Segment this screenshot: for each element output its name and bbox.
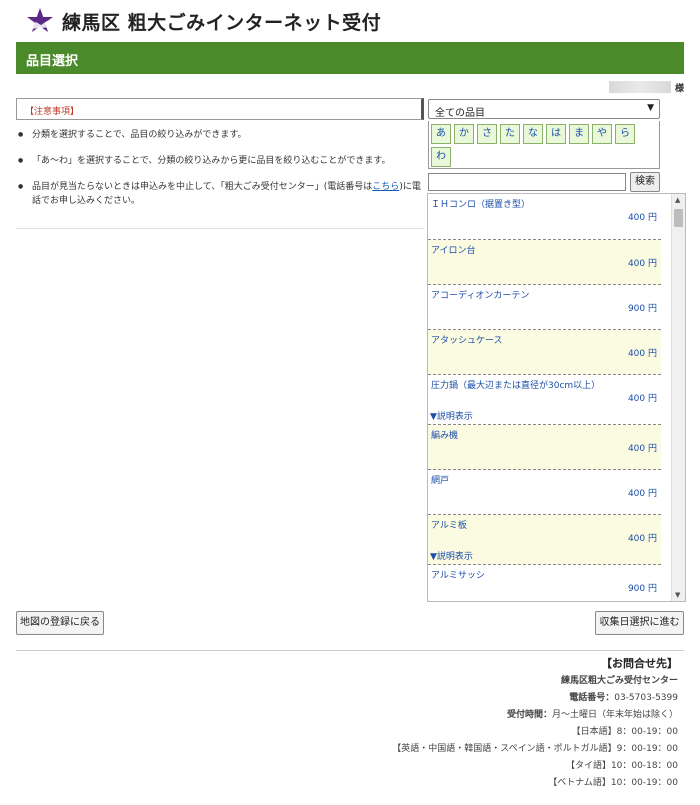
star-mountain-logo [27,8,53,32]
search-button[interactable]: 検索 [630,172,660,192]
footer-hours: 受付時間：月～土曜日（年末年始は除く） [507,707,678,720]
site-header: 練馬区 粗大ごみインターネット受付 [26,6,381,36]
item-price: 400 円 [627,444,657,454]
kana-button[interactable]: さ [477,124,497,144]
kana-button[interactable]: わ [431,147,451,167]
notice-item: 分類を選択することで、品目の絞り込みができます。 [16,128,424,142]
footer-language-hours: 【英語・中国語・韓国語・スペイン語・ポルトガル語】9：00-19：00 [392,744,678,754]
notice-list: 分類を選択することで、品目の絞り込みができます。 「あ～わ」を選択することで、分… [16,128,424,220]
footer-language-hours: 【タイ語】10：00-18：00 [565,761,678,771]
show-description-link[interactable]: ▼説明表示 [430,409,473,422]
kana-button[interactable]: か [454,124,474,144]
notice-item: 品目が見当たらないときは申込みを中止して、「粗大ごみ受付センター」(電話番号はこ… [16,180,424,208]
notice-text: 分類を選択することで、品目の絞り込みができます。 [32,130,247,140]
item-list[interactable]: ＩＨコンロ（据置き型） 400 円 アイロン台 400 円 アコーディオンカーテ… [427,193,686,602]
item-name: 編み機 [431,431,459,441]
phone-info-link[interactable]: こちら [372,182,399,192]
notice-item: 「あ～わ」を選択することで、分類の絞り込みから更に品目を絞り込むことができます。 [16,154,424,168]
item-name: アイロン台 [431,246,476,256]
scroll-down-arrow-icon[interactable]: ▼ [675,591,680,599]
kana-button[interactable]: な [523,124,543,144]
phone-number: 03-5703-5399 [614,693,678,703]
page-title: 品目選択 [26,54,79,69]
list-item[interactable]: 編み機 400 円 [428,425,661,470]
footer-center-name: 練馬区粗大ごみ受付センター [560,676,678,686]
footer-divider [16,650,684,651]
item-name: ＩＨコンロ（据置き型） [431,200,531,210]
item-price: 900 円 [627,304,657,314]
notice-header: 【注意事項】 [16,98,424,120]
hours-label: 受付時間： [506,710,552,720]
list-item[interactable]: アルミサッシ 900 円 [428,565,661,601]
scroll-thumb[interactable] [674,209,683,227]
item-name: アタッシュケース [431,336,503,346]
scroll-up-arrow-icon[interactable]: ▲ [675,196,680,204]
list-item[interactable]: 網戸 400 円 [428,470,661,515]
scrollbar[interactable]: ▲ ▼ [671,194,685,601]
item-price: 900 円 [627,584,657,594]
item-name: アルミ板 [431,521,467,531]
list-item[interactable]: アタッシュケース 400 円 [428,330,661,375]
notice-title: 【注意事項】 [25,107,80,117]
footer-language-hours: 【ベトナム語】10：00-19：00 [548,778,678,788]
list-item[interactable]: アイロン台 400 円 [428,240,661,285]
item-price: 400 円 [627,259,657,269]
next-button[interactable]: 収集日選択に進む [595,611,684,635]
footer-phone: 電話番号：03-5703-5399 [569,690,678,703]
kana-button[interactable]: ら [615,124,635,144]
item-name: アルミサッシ [431,571,485,581]
category-select-value: 全ての品目 [435,108,485,119]
back-button[interactable]: 地図の登録に戻る [16,611,104,635]
footer-language-hours: 【日本語】8：00-19：00 [571,727,678,737]
show-description-link[interactable]: ▼説明表示 [430,549,473,562]
kana-button[interactable]: た [500,124,520,144]
item-price: 400 円 [627,394,657,404]
kana-filter: あ か さ た な は ま や ら わ [428,121,660,169]
chevron-down-icon: ▼ [647,103,654,113]
category-select[interactable]: 全ての品目 ▼ [428,99,660,119]
footer-title: 【お問合せ先】 [601,657,678,670]
item-name: 網戸 [431,476,450,486]
hours-value: 月～土曜日（年末年始は除く） [551,710,678,720]
kana-button[interactable]: や [592,124,612,144]
item-name: アコーディオンカーテン [431,291,530,301]
item-name: 圧力鍋（最大辺または直径が30cm以上） [431,381,601,391]
kana-button[interactable]: ま [569,124,589,144]
kana-button[interactable]: あ [431,124,451,144]
user-name-redacted [608,81,671,93]
phone-label: 電話番号： [569,693,615,703]
item-price: 400 円 [627,349,657,359]
list-item[interactable]: アルミ板 400 円 ▼説明表示 [428,515,661,565]
page-title-bar: 品目選択 [16,42,684,74]
item-price: 400 円 [627,534,657,544]
user-line: 様 [608,80,684,94]
item-price: 400 円 [627,489,657,499]
list-item[interactable]: アコーディオンカーテン 900 円 [428,285,661,330]
site-title: 練馬区 粗大ごみインターネット受付 [62,11,382,34]
notice-text: 品目が見当たらないときは申込みを中止して、「粗大ごみ受付センター」(電話番号は [32,182,373,192]
list-item[interactable]: ＩＨコンロ（据置き型） 400 円 [428,194,661,240]
divider [16,228,424,229]
user-honorific: 様 [674,83,684,94]
kana-button[interactable]: は [546,124,566,144]
notice-text: 「あ～わ」を選択することで、分類の絞り込みから更に品目を絞り込むことができます。 [32,156,391,166]
item-price: 400 円 [627,213,657,223]
list-item[interactable]: 圧力鍋（最大辺または直径が30cm以上） 400 円 ▼説明表示 [428,375,661,425]
search-input[interactable] [428,173,626,191]
